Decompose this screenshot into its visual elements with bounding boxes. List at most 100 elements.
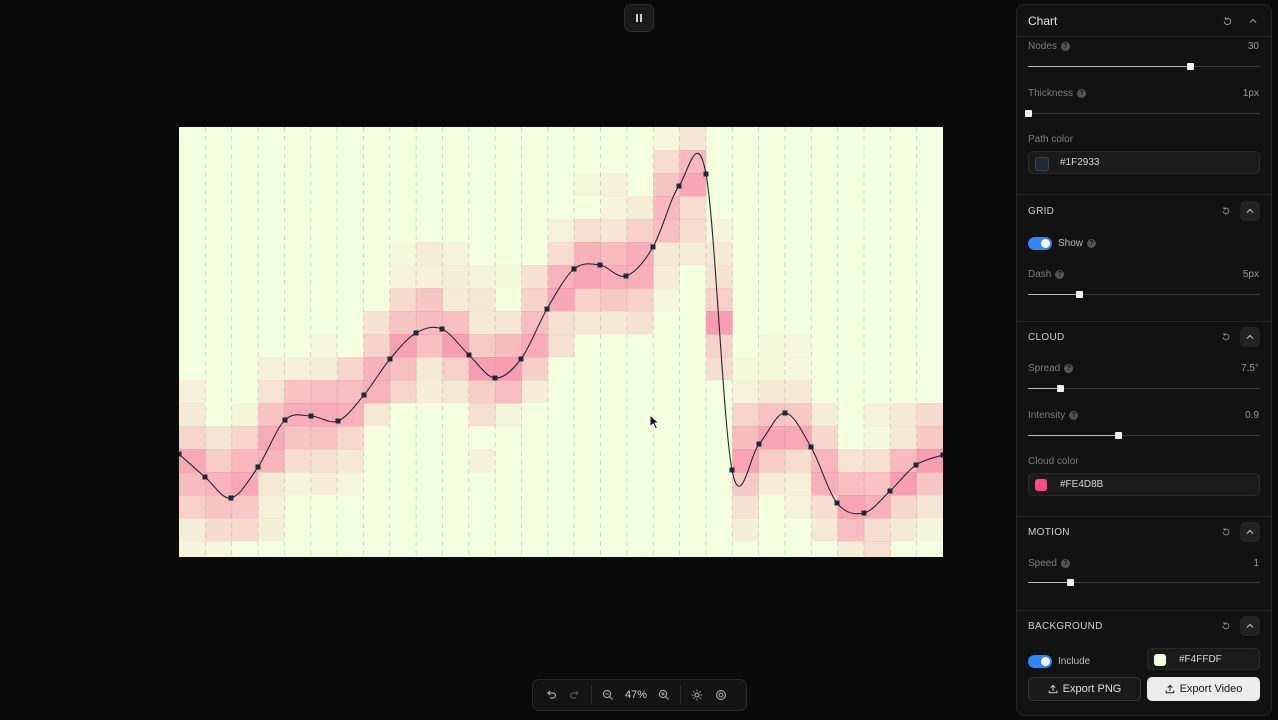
chart-canvas[interactable] [179,127,943,557]
background-collapse-button[interactable] [1240,616,1260,636]
path-node[interactable] [466,352,472,358]
help-icon[interactable]: ? [1064,364,1074,373]
cloud-cell [495,357,522,381]
path-node[interactable] [861,510,867,516]
path-node[interactable] [228,495,234,501]
help-icon[interactable]: ? [1087,239,1097,248]
cloud-cell [574,173,601,196]
zoom-out-button[interactable] [596,683,620,707]
path-node[interactable] [703,171,709,177]
path-node[interactable] [623,273,629,279]
path-node[interactable] [179,451,182,457]
path-node[interactable] [650,244,656,250]
path-node[interactable] [518,356,524,362]
path-node[interactable] [834,500,840,506]
path-node[interactable] [887,488,893,494]
background-reset-button[interactable] [1218,618,1234,634]
help-icon[interactable]: ? [1060,42,1070,51]
collapse-button[interactable] [1245,13,1261,29]
slider-thumb[interactable] [1025,110,1032,117]
export-png-button[interactable]: Export PNG [1028,677,1141,701]
slider-thumb[interactable] [1187,63,1195,70]
background-color-field[interactable]: #F4FFDF [1147,648,1260,670]
grid-collapse-button[interactable] [1240,201,1260,221]
slider-thumb[interactable] [1115,432,1123,439]
path-node[interactable] [361,392,367,398]
background-color-swatch[interactable] [1154,654,1166,666]
path-node[interactable] [676,183,682,189]
help-icon[interactable]: ? [1060,559,1070,568]
cloud-cell [416,380,443,404]
path-node[interactable] [492,375,498,381]
grid-show-toggle[interactable] [1028,237,1052,250]
background-include-label: Include [1058,656,1091,667]
path-node[interactable] [571,266,577,272]
path-node[interactable] [335,418,341,424]
path-node[interactable] [439,326,445,332]
dash-slider[interactable] [1028,291,1260,298]
chevron-up-icon [1246,208,1254,213]
redo-button[interactable] [563,683,587,707]
slider-thumb[interactable] [1076,291,1084,298]
cloud-cell [626,242,654,266]
thickness-slider[interactable] [1025,110,1260,117]
cloud-cell [626,288,654,312]
focus-button[interactable] [709,683,733,707]
path-node[interactable] [597,262,603,268]
path-node[interactable] [308,413,314,419]
cloud-cell [784,472,812,496]
cloud-cell [495,265,522,288]
slider-thumb[interactable] [1057,385,1065,392]
path-node[interactable] [782,410,788,416]
cloud-cell [759,357,786,380]
path-node[interactable] [413,330,419,336]
cloud-collapse-button[interactable] [1240,327,1260,347]
intensity-slider[interactable] [1028,432,1260,439]
cloud-cell [837,472,865,496]
pause-button[interactable] [624,4,654,32]
cloud-reset-button[interactable] [1218,329,1234,345]
nodes-slider[interactable] [1028,63,1260,70]
cloud-cell [310,426,338,450]
cloud-cell [758,472,786,496]
help-icon[interactable]: ? [1055,270,1065,279]
path-node[interactable] [940,452,944,458]
path-node[interactable] [202,474,208,480]
cloud-cell [653,265,680,289]
cloud-cell [442,357,470,381]
path-node[interactable] [808,444,814,450]
help-icon[interactable]: ? [1069,411,1079,420]
chevron-up-icon [1249,18,1257,23]
undo-button[interactable] [539,683,563,707]
path-node[interactable] [729,467,735,473]
speed-slider[interactable] [1028,579,1260,586]
cloud-cell [389,357,417,381]
export-video-button[interactable]: Export Video [1147,677,1260,701]
cloud-cell [231,518,259,542]
path-node[interactable] [756,441,762,447]
zoom-in-button[interactable] [652,683,676,707]
grid-reset-button[interactable] [1218,203,1234,219]
cloud-color-swatch[interactable] [1035,479,1047,491]
path-node[interactable] [255,464,261,470]
cloud-cell [231,472,259,496]
path-node[interactable] [387,356,393,362]
motion-reset-button[interactable] [1218,524,1234,540]
help-icon[interactable]: ? [1077,89,1087,98]
cloud-cell [231,449,259,473]
reset-button[interactable] [1219,13,1235,29]
path-color-swatch[interactable] [1035,157,1049,171]
cloud-cell [258,495,285,519]
path-node[interactable] [282,417,288,423]
motion-collapse-button[interactable] [1240,522,1260,542]
background-include-toggle[interactable] [1028,655,1052,668]
slider-thumb[interactable] [1066,579,1074,586]
theme-button[interactable] [685,683,709,707]
cloud-cell [310,449,338,473]
path-node[interactable] [913,462,919,468]
spread-slider[interactable] [1028,385,1260,392]
cloud-cell [468,449,496,473]
path-node[interactable] [544,306,550,312]
cloud-color-field[interactable]: #FE4D8B [1028,473,1260,496]
path-color-field[interactable]: #1F2933 [1028,151,1260,174]
